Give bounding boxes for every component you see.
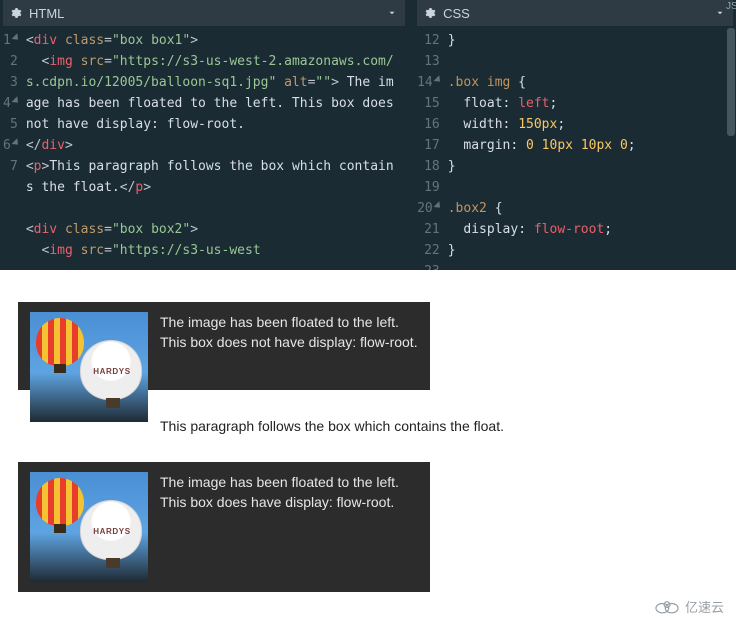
html-code-area[interactable]: 1234567 <div class="box box1"> <img src=…	[3, 26, 405, 270]
watermark-text: 亿速云	[685, 597, 724, 616]
js-panel-collapsed[interactable]: JS	[726, 2, 735, 12]
html-editor-panel: HTML 1234567 <div class="box box1"> <img…	[3, 0, 405, 270]
gear-icon[interactable]	[9, 6, 23, 20]
gear-icon[interactable]	[423, 6, 437, 20]
result-preview: HARDYS The image has been floated to the…	[0, 270, 736, 592]
panel-title: HTML	[29, 6, 379, 21]
balloon-image: HARDYS	[30, 312, 148, 422]
css-panel-header: CSS	[417, 0, 733, 26]
html-code-body[interactable]: <div class="box box1"> <img src="https:/…	[26, 26, 405, 270]
preview-box-1: HARDYS The image has been floated to the…	[18, 302, 430, 390]
css-code-body[interactable]: }.box img { float: left; width: 150px; m…	[448, 26, 733, 270]
css-gutter: 121314151617181920212223	[417, 26, 448, 270]
balloon-brand: HARDYS	[88, 367, 136, 376]
scrollbar-thumb[interactable]	[727, 28, 733, 136]
html-panel-header: HTML	[3, 0, 405, 26]
html-gutter: 1234567	[3, 26, 26, 270]
balloon-brand: HARDYS	[88, 527, 136, 536]
css-code-area[interactable]: 121314151617181920212223 }.box img { flo…	[417, 26, 733, 270]
balloon-image: HARDYS	[30, 472, 148, 582]
panel-title: CSS	[443, 6, 707, 21]
css-editor-panel: CSS 121314151617181920212223 }.box img {…	[417, 0, 733, 270]
chevron-down-icon[interactable]	[713, 6, 727, 20]
chevron-down-icon[interactable]	[385, 6, 399, 20]
preview-box-2: HARDYS The image has been floated to the…	[18, 462, 430, 592]
code-editor-area: HTML 1234567 <div class="box box1"> <img…	[0, 0, 736, 270]
watermark: 亿速云	[653, 597, 724, 616]
